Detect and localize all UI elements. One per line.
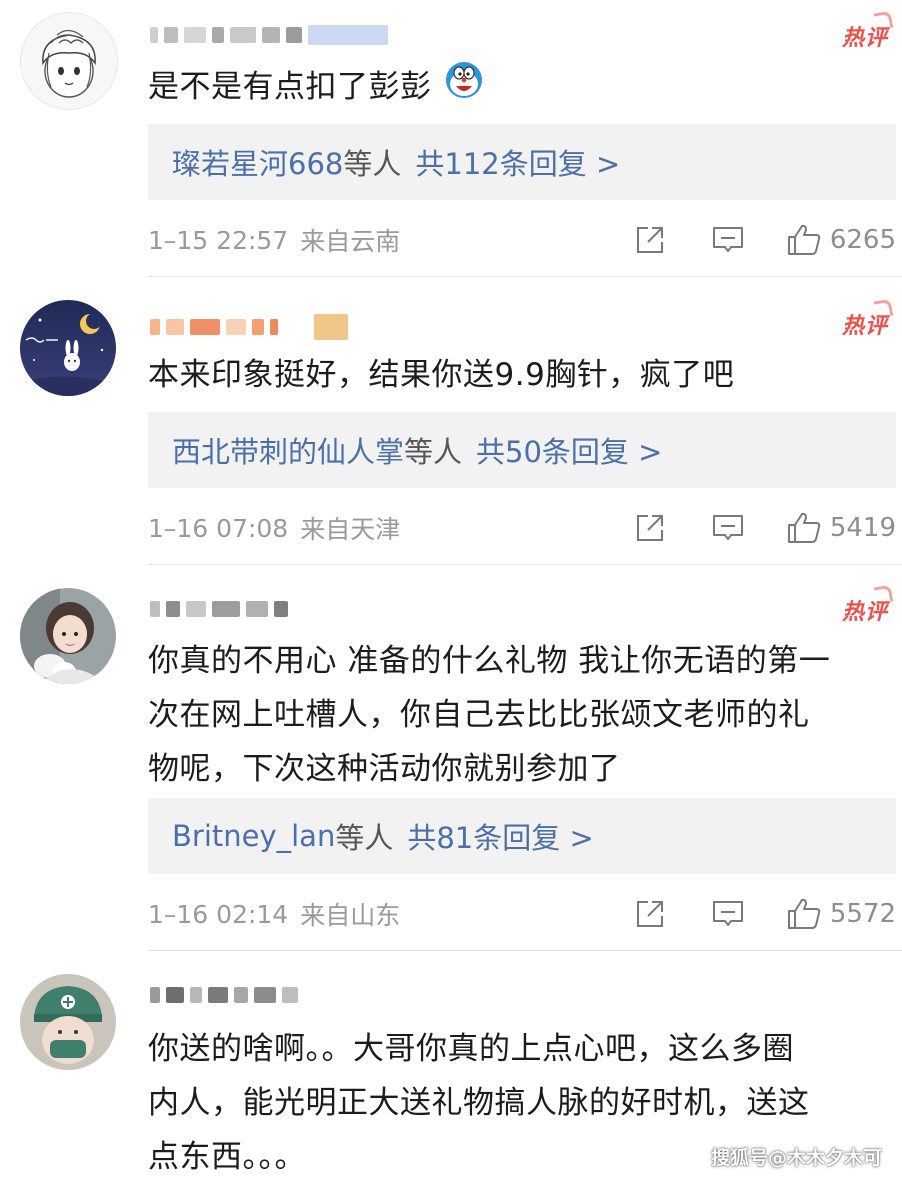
comment-time: 1–15 22:57	[148, 225, 289, 255]
comment-item: 热评 你真的不用心 准备的什么礼物 我让你无语的第一 次在网上吐槽人，你自己去比…	[0, 572, 902, 956]
divider	[148, 950, 902, 951]
comment-location: 来自天津	[300, 515, 401, 544]
avatar-image	[20, 974, 116, 1070]
avatar[interactable]	[20, 12, 118, 110]
comment-icon	[712, 227, 743, 252]
comment-location: 来自山东	[300, 901, 401, 930]
like-count: 6265	[829, 225, 896, 255]
comment-body: 是不是有点扣了彭彭	[148, 60, 872, 117]
comment-text-line: 你真的不用心 准备的什么礼物 我让你无语的第一	[148, 643, 831, 679]
reply-suffix: 等人	[335, 821, 394, 855]
reply-users[interactable]: 西北带刺的仙人掌	[172, 429, 404, 471]
thumbs-up-icon	[787, 898, 821, 929]
share-button[interactable]	[630, 220, 670, 260]
comment-time: 1–16 07:08	[148, 513, 289, 543]
comment-meta: 1–16 02:14 来自山东 5572	[148, 894, 896, 934]
comment-actions: 5419	[630, 508, 896, 548]
username-redacted[interactable]	[150, 20, 388, 50]
like-button[interactable]: 5419	[786, 508, 896, 548]
avatar[interactable]	[20, 974, 116, 1070]
comment-item: 热评 本来印象挺好，结果你送9.9胸针，疯了吧 西北带刺的仙人掌 等人 共50条…	[0, 282, 902, 572]
comment-item: 热评 是不是有点扣了彭彭 璨若星河668 等人 共112条回复 > 1–15 2…	[0, 0, 902, 282]
like-button[interactable]: 5572	[786, 894, 896, 934]
comment-text-line: 你送的啥啊。。大哥你真的上点心吧，这么多圈	[148, 1031, 794, 1067]
username-redacted[interactable]	[150, 594, 288, 624]
comment-body: 本来印象挺好，结果你送9.9胸针，疯了吧	[148, 357, 735, 393]
doraemon-emoji-icon	[444, 60, 484, 117]
reply-count[interactable]: 共81条回复 >	[407, 815, 593, 857]
like-button[interactable]: 6265	[786, 220, 896, 260]
divider	[148, 564, 902, 565]
comment-meta: 1–16 07:08 来自天津 5419	[148, 508, 896, 548]
comment-actions: 5572	[630, 894, 896, 934]
share-icon	[636, 227, 663, 253]
avatar-image	[21, 13, 117, 109]
comment-meta: 1–15 22:57 来自云南 6265	[148, 220, 896, 260]
reply-users[interactable]: 璨若星河668	[172, 141, 343, 183]
like-count: 5572	[829, 899, 896, 929]
reply-suffix: 等人	[343, 147, 402, 181]
reply-preview-link[interactable]: Britney_lan 等人 共81条回复 >	[148, 798, 896, 874]
hot-comment-badge: 热评	[842, 20, 888, 52]
reply-count[interactable]: 共50条回复 >	[476, 429, 662, 471]
like-count: 5419	[829, 513, 896, 543]
avatar-image	[20, 300, 116, 396]
comment-button[interactable]	[708, 220, 748, 260]
comment-button[interactable]	[708, 894, 748, 934]
avatar-image	[20, 588, 116, 684]
hot-comment-badge: 热评	[842, 308, 888, 340]
hot-comment-badge: 热评	[842, 594, 888, 626]
thumbs-up-icon	[787, 512, 821, 543]
comment-location: 来自云南	[300, 227, 401, 256]
comment-text-line: 物呢，下次这种活动你就别参加了	[148, 751, 621, 787]
share-button[interactable]	[630, 894, 670, 934]
reply-preview-link[interactable]: 西北带刺的仙人掌 等人 共50条回复 >	[148, 412, 896, 488]
reply-count[interactable]: 共112条回复 >	[415, 141, 620, 183]
comment-icon	[712, 515, 743, 540]
avatar[interactable]	[20, 588, 116, 684]
divider	[148, 276, 902, 277]
username-redacted[interactable]	[150, 312, 348, 342]
reply-users[interactable]: Britney_lan	[172, 819, 335, 853]
comment-text-line: 内人，能光明正大送礼物搞人脉的好时机，送这	[148, 1085, 810, 1121]
comment-text: 是不是有点扣了彭彭	[148, 69, 432, 105]
share-button[interactable]	[630, 508, 670, 548]
source-watermark: 搜狐号@木木夕木可	[710, 1147, 882, 1169]
thumbs-up-icon	[787, 224, 821, 255]
comment-button[interactable]	[708, 508, 748, 548]
reply-suffix: 等人	[404, 435, 463, 469]
comment-actions: 6265	[630, 220, 896, 260]
avatar[interactable]	[20, 300, 116, 396]
reply-preview-link[interactable]: 璨若星河668 等人 共112条回复 >	[148, 124, 896, 200]
comment-icon	[712, 901, 743, 926]
share-icon	[636, 515, 663, 541]
comment-time: 1–16 02:14	[148, 899, 289, 929]
share-icon	[636, 901, 663, 927]
comment-text-line: 次在网上吐槽人，你自己去比比张颂文老师的礼	[148, 697, 810, 733]
comment-body: 你真的不用心 准备的什么礼物 我让你无语的第一 次在网上吐槽人，你自己去比比张颂…	[148, 634, 872, 796]
username-redacted[interactable]	[150, 980, 298, 1010]
